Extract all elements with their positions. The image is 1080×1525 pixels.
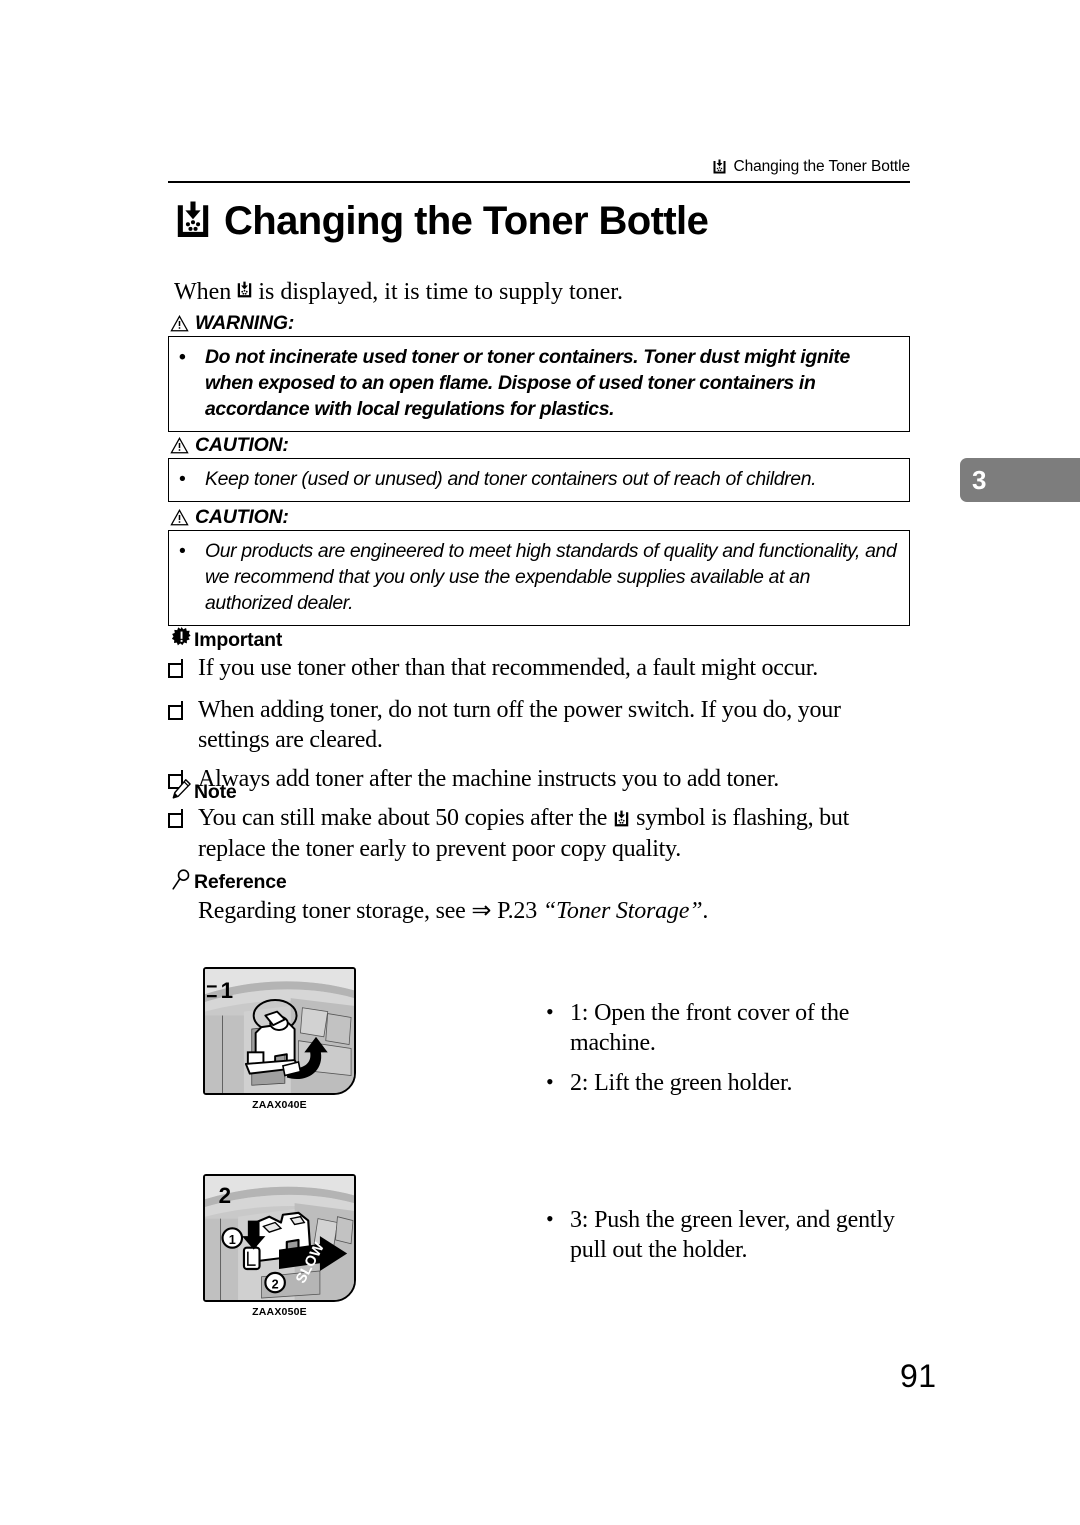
warning-item: • Do not incinerate used toner or toner … — [179, 344, 899, 422]
list-item: Always add toner after the machine instr… — [168, 764, 910, 798]
caution-item-2: • Our products are engineered to meet hi… — [179, 538, 899, 616]
bullet-icon: • — [546, 1206, 554, 1231]
toner-bottle-icon — [613, 810, 630, 828]
svg-text:1: 1 — [229, 1233, 236, 1247]
list-item-text: When adding toner, do not turn off the p… — [198, 696, 841, 754]
list-item-text: If you use toner other than that recomme… — [198, 655, 818, 681]
caution-label-2: CAUTION: — [170, 506, 289, 529]
note-item-text: You can still make about 50 copies after… — [198, 803, 910, 864]
square-bullet-icon — [168, 695, 198, 729]
warning-bullet: • — [179, 346, 186, 368]
list-item: When adding toner, do not turn off the p… — [168, 695, 910, 756]
step-item-text: 1: Open the front cover of the machine. — [570, 1000, 850, 1056]
figure-front-cover-green-holder: 1 ZAAX040E — [203, 967, 356, 1111]
important-list: If you use toner other than that recomme… — [168, 653, 910, 806]
important-heading: Important — [171, 627, 283, 653]
warning-triangle-icon — [170, 315, 189, 332]
document-page: Changing the Toner Bottle Changing the T… — [0, 0, 1080, 1525]
chapter-tab-number: 3 — [972, 464, 987, 495]
note-item-text-before: You can still make about 50 copies after… — [198, 805, 608, 831]
caution-label-text-2: CAUTION: — [195, 506, 289, 528]
warning-text: Do not incinerate used toner or toner co… — [205, 346, 850, 420]
toner-bottle-icon — [174, 200, 212, 241]
reference-text-after: . — [702, 898, 709, 924]
step-item: • 1: Open the front cover of the machine… — [546, 998, 926, 1058]
step-item: • 2: Lift the green holder. — [546, 1068, 926, 1098]
warning-box: • Do not incinerate used toner or toner … — [168, 336, 910, 432]
caution-text-2: Our products are engineered to meet high… — [205, 540, 897, 614]
caution-box-2: • Our products are engineered to meet hi… — [168, 530, 910, 626]
list-item: If you use toner other than that recomme… — [168, 653, 910, 687]
running-header-text: Changing the Toner Bottle — [733, 158, 911, 175]
toner-bottle-icon — [236, 281, 253, 299]
square-bullet-icon — [168, 653, 198, 687]
running-header: Changing the Toner Bottle — [168, 158, 910, 176]
caution-box-1: • Keep toner (used or unused) and toner … — [168, 458, 910, 502]
reference-text-before: Regarding toner storage, see ⇒ P.23 — [198, 898, 543, 924]
bullet-icon: • — [546, 1069, 554, 1094]
note-list: You can still make about 50 copies after… — [168, 803, 910, 872]
caution-item-1: • Keep toner (used or unused) and toner … — [179, 466, 899, 492]
warning-triangle-icon — [170, 437, 189, 454]
svg-text:1: 1 — [221, 978, 233, 1003]
intro-text-before: When — [174, 279, 232, 305]
bullet-icon: • — [546, 999, 554, 1024]
step-item-text: 2: Lift the green holder. — [570, 1070, 793, 1096]
magnifier-icon — [172, 869, 191, 896]
intro-sentence: When is displayed, it is time to supply … — [174, 277, 623, 307]
step-item-text: 3: Push the green lever, and gently pull… — [570, 1207, 895, 1263]
note-heading: Note — [172, 779, 237, 805]
intro-text-after: is displayed, it is time to supply toner… — [258, 279, 623, 305]
reference-heading-text: Reference — [194, 871, 287, 893]
steps-group-1: • 1: Open the front cover of the machine… — [546, 998, 926, 1108]
warning-triangle-icon — [170, 509, 189, 526]
figure-image-2: SLOW 1 2 2 — [203, 1174, 356, 1302]
page-title-text: Changing the Toner Bottle — [224, 198, 709, 243]
figure-caption-2: ZAAX050E — [252, 1306, 307, 1318]
reference-body: Regarding toner storage, see ⇒ P.23 “Ton… — [198, 896, 708, 925]
chapter-tab: 3 — [960, 458, 1080, 502]
square-bullet-icon — [168, 803, 198, 837]
important-burst-icon — [171, 627, 191, 653]
figure-image-1: 1 — [203, 967, 356, 1095]
steps-group-2: • 3: Push the green lever, and gently pu… — [546, 1205, 926, 1275]
toner-bottle-icon — [712, 159, 727, 175]
pencil-icon — [172, 779, 191, 805]
caution-text-1: Keep toner (used or unused) and toner co… — [205, 468, 817, 490]
svg-text:2: 2 — [219, 1183, 231, 1208]
page-title: Changing the Toner Bottle — [174, 198, 709, 243]
list-item: You can still make about 50 copies after… — [168, 803, 910, 864]
warning-label: WARNING: — [170, 312, 294, 335]
step-item: • 3: Push the green lever, and gently pu… — [546, 1205, 926, 1265]
list-item-text: Always add toner after the machine instr… — [198, 766, 779, 793]
caution-bullet-1: • — [179, 468, 186, 490]
header-divider — [168, 181, 910, 183]
figure-green-lever-pull-holder: SLOW 1 2 2 ZAAX050E — [203, 1174, 356, 1318]
caution-bullet-2: • — [179, 540, 186, 562]
caution-label-1: CAUTION: — [170, 434, 289, 457]
caution-label-text-1: CAUTION: — [195, 434, 289, 456]
important-heading-text: Important — [194, 628, 283, 651]
page-number: 91 — [900, 1358, 937, 1394]
reference-text-italic: “Toner Storage” — [542, 898, 703, 924]
figure-caption-1: ZAAX040E — [252, 1099, 307, 1111]
svg-text:2: 2 — [272, 1277, 279, 1291]
reference-heading: Reference — [172, 869, 287, 896]
note-heading-text: Note — [194, 780, 237, 803]
warning-label-text: WARNING: — [195, 312, 295, 334]
